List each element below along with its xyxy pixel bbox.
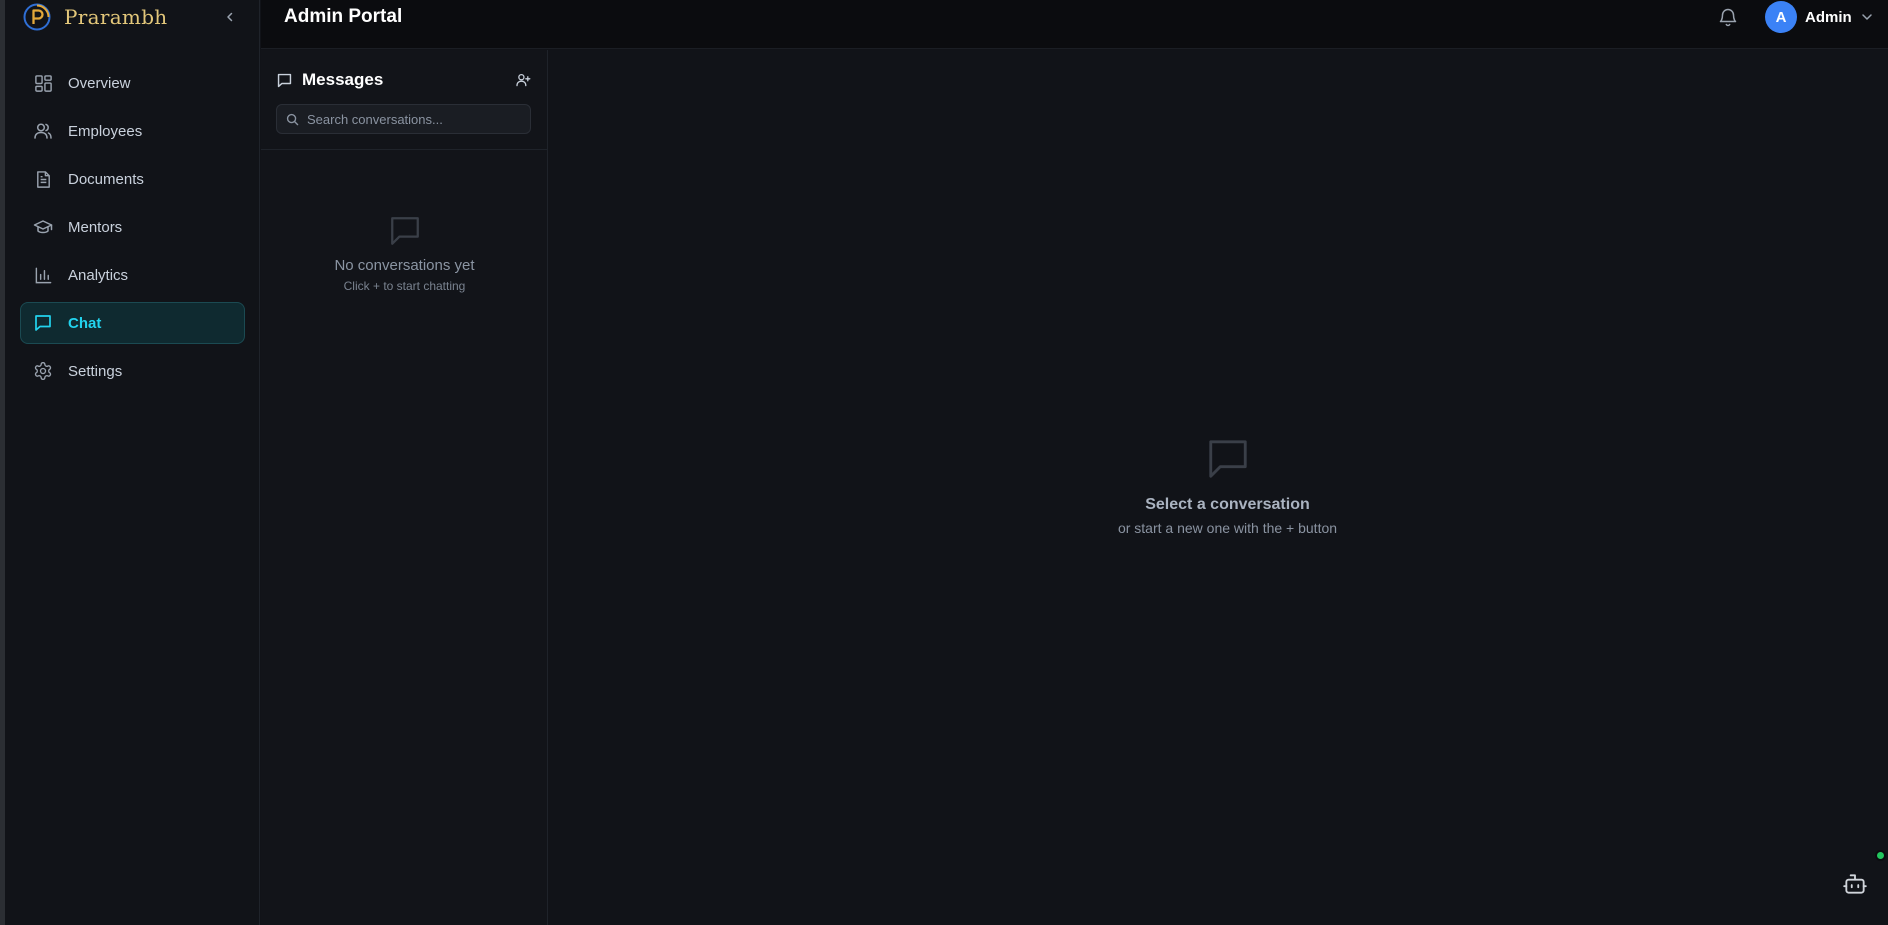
empty-list-subtitle: Click + to start chatting: [343, 279, 466, 293]
no-conversation-selected: Select a conversation or start a new one…: [549, 436, 1888, 536]
layout-grid-icon: [33, 73, 53, 93]
message-square-icon: [277, 73, 292, 87]
sidebar-item-label: Mentors: [68, 218, 123, 236]
empty-state-subtitle: or start a new one with the + button: [1117, 520, 1338, 536]
divider: [261, 149, 548, 150]
prarambh-logo-icon: [23, 3, 51, 31]
top-bar: Admin Portal A Admin: [261, 0, 1888, 49]
search-icon: [286, 113, 299, 125]
brand-name: Prarambh: [64, 5, 168, 29]
chevron-left-icon: [227, 12, 233, 22]
user-name: Admin: [1805, 8, 1852, 26]
sidebar-item-label: Overview: [68, 74, 131, 92]
sidebar-item-analytics[interactable]: Analytics: [20, 254, 245, 296]
sidebar: Prarambh Overview Employees Documents Me…: [5, 0, 260, 925]
chevron-down-icon: [1861, 14, 1872, 20]
sidebar-collapse-button[interactable]: [220, 7, 240, 27]
notifications-button[interactable]: [1717, 6, 1739, 28]
sidebar-item-label: Settings: [68, 362, 123, 380]
search-box: [276, 104, 531, 134]
messages-title: Messages: [302, 70, 384, 89]
graduation-cap-icon: [33, 217, 53, 237]
message-square-icon: [390, 217, 419, 245]
bot-icon: [1843, 874, 1867, 894]
users-icon: [33, 121, 53, 141]
message-square-icon: [33, 313, 53, 333]
user-plus-icon: [516, 73, 531, 87]
empty-state-title: Select a conversation: [1145, 496, 1310, 513]
empty-conversations: No conversations yet Click + to start ch…: [261, 214, 548, 293]
brand[interactable]: Prarambh: [22, 2, 167, 32]
sidebar-item-label: Analytics: [68, 266, 129, 284]
bar-chart-icon: [33, 265, 53, 285]
online-status-dot: [1875, 850, 1886, 861]
gear-icon: [33, 361, 53, 381]
messages-header: Messages: [276, 68, 538, 92]
sidebar-item-employees[interactable]: Employees: [20, 110, 245, 152]
sidebar-item-label: Employees: [68, 122, 143, 140]
sidebar-item-settings[interactable]: Settings: [20, 350, 245, 392]
sidebar-nav: Overview Employees Documents Mentors Ana…: [20, 62, 245, 398]
messages-panel: Messages No conversations yet Click + to…: [261, 50, 548, 925]
message-square-icon: [1208, 440, 1247, 478]
sidebar-item-mentors[interactable]: Mentors: [20, 206, 245, 248]
search-input[interactable]: [307, 111, 507, 127]
conversation-view: Select a conversation or start a new one…: [549, 50, 1888, 925]
page-title: Admin Portal: [284, 6, 403, 27]
user-menu[interactable]: A Admin: [1765, 1, 1874, 33]
assistant-bot-button[interactable]: [1842, 871, 1868, 897]
file-text-icon: [33, 169, 53, 189]
new-conversation-button[interactable]: [513, 70, 533, 90]
sidebar-item-chat[interactable]: Chat: [20, 302, 245, 344]
avatar: A: [1765, 1, 1797, 33]
sidebar-item-label: Documents: [68, 170, 144, 188]
bell-icon: [1719, 8, 1737, 27]
sidebar-item-documents[interactable]: Documents: [20, 158, 245, 200]
sidebar-item-overview[interactable]: Overview: [20, 62, 245, 104]
empty-list-title: No conversations yet: [334, 257, 475, 274]
sidebar-item-label: Chat: [68, 314, 102, 332]
